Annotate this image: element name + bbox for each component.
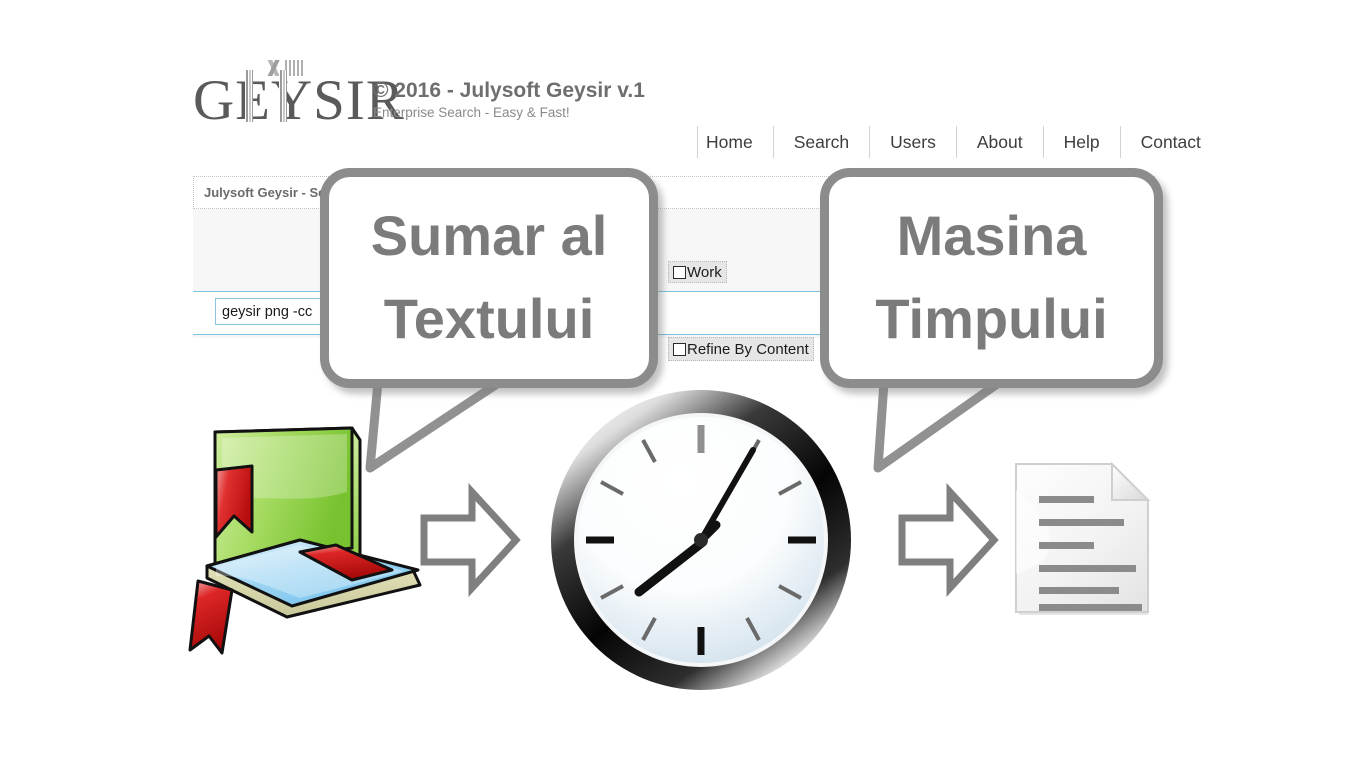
clock-icon xyxy=(551,390,851,690)
books-icon xyxy=(188,426,422,655)
bubble-line: Timpului xyxy=(875,287,1108,350)
nav-item-help[interactable]: Help xyxy=(1042,126,1120,158)
document-icon xyxy=(1015,461,1151,615)
nav-item-users[interactable]: Users xyxy=(869,126,956,158)
nav-item-search[interactable]: Search xyxy=(772,126,869,158)
nav-item-home[interactable]: Home xyxy=(697,126,773,158)
bubble-line: Textului xyxy=(383,287,595,350)
checkbox-work[interactable]: Work xyxy=(668,261,727,283)
bubble-line: Masina xyxy=(896,204,1087,268)
geysir-logo: GEYSIR xyxy=(193,58,404,129)
annotation-bubble-summary: Sumar al Textului xyxy=(320,168,658,388)
nav-item-about[interactable]: About xyxy=(955,126,1043,158)
nav-item-contact[interactable]: Contact xyxy=(1119,126,1221,158)
arrow-right-icon xyxy=(898,483,999,597)
arrow-right-icon xyxy=(420,483,521,597)
bubble-line: Sumar al xyxy=(370,204,608,268)
bubble-tail-right xyxy=(873,377,1005,473)
logo-stripe-right-icon xyxy=(279,70,287,122)
annotation-bubble-timemachine: Masina Timpului xyxy=(820,168,1163,388)
panel-title: Julysoft Geysir - Se xyxy=(204,185,326,200)
brand-tagline: Enterprise Search - Easy & Fast! xyxy=(373,105,570,120)
checkbox-square-icon[interactable] xyxy=(673,265,686,279)
checkbox-refine-label: Refine By Content xyxy=(687,340,809,358)
logo-stripe-left-icon xyxy=(245,70,253,122)
brand-title: © 2016 - Julysoft Geysir v.1 xyxy=(373,79,645,102)
checkbox-work-label: Work xyxy=(687,263,722,281)
bubble-tail-left xyxy=(365,377,505,473)
checkbox-square-icon[interactable] xyxy=(673,342,686,356)
main-navigation: Home Search Users About Help Contact xyxy=(697,126,1221,158)
checkbox-refine-by-content[interactable]: Refine By Content xyxy=(668,337,814,361)
